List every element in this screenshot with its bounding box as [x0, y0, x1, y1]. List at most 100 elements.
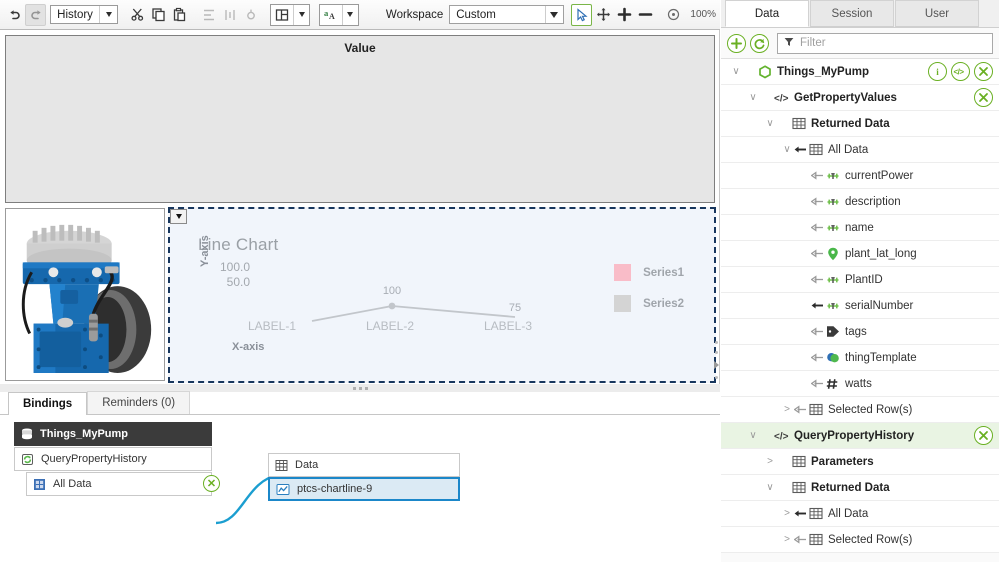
binding-target-data[interactable]: Data [268, 453, 460, 477]
chart-line-icon [276, 483, 290, 496]
zoom-reset-icon[interactable] [663, 4, 684, 26]
chevron-right-icon[interactable]: > [780, 508, 794, 519]
style-text-icon[interactable]: aA [320, 5, 342, 25]
string-t-icon [824, 222, 841, 234]
tree-row-returned-data[interactable]: ∨Returned Data [721, 111, 999, 137]
chevron-right-icon[interactable]: > [780, 534, 794, 545]
tree-row-parameters[interactable]: > Parameters [721, 449, 999, 475]
workspace-dropdown[interactable]: Custom [449, 5, 564, 24]
zoom-in-icon[interactable] [614, 4, 635, 26]
chart-legend: Series1 Series2 [614, 264, 684, 312]
grid-blue-icon [33, 478, 46, 491]
add-circle-icon[interactable] [727, 34, 746, 53]
paste-icon[interactable] [169, 4, 190, 26]
binding-target-chart-label: ptcs-chartline-9 [297, 483, 372, 495]
binding-source-service-label: QueryPropertyHistory [41, 453, 147, 465]
tree-row-label: Parameters [807, 456, 874, 468]
splitter-collapse-icon[interactable] [714, 361, 719, 369]
tree-row-selected-row-s[interactable]: >Selected Row(s) [721, 397, 999, 423]
svg-text:</>: </> [774, 431, 789, 441]
chevron-down-icon[interactable] [99, 6, 117, 23]
data-tree[interactable]: ∨Things_MyPumpi</>∨</>GetPropertyValues∨… [721, 58, 999, 562]
data-panel-toolbar: Filter [721, 28, 999, 58]
chevron-down-icon[interactable]: ∨ [763, 482, 777, 493]
layout-split-button[interactable] [270, 4, 310, 26]
code-icon[interactable]: </> [951, 62, 970, 81]
binding-target-chart[interactable]: ptcs-chartline-9 [268, 477, 460, 501]
service-refresh-icon [21, 453, 34, 466]
cursor-select-icon[interactable] [571, 4, 592, 26]
history-dropdown[interactable]: History [50, 5, 118, 24]
pan-move-icon[interactable] [592, 4, 613, 26]
legend-item-series2[interactable]: Series2 [614, 295, 684, 312]
chevron-down-icon[interactable]: ∨ [780, 144, 794, 155]
legend-swatch-series2 [614, 295, 631, 312]
chart-x-tick-3: LABEL-3 [468, 319, 548, 333]
filter-input[interactable]: Filter [777, 33, 993, 54]
tree-row-currentpower[interactable]: currentPower [721, 163, 999, 189]
chevron-down-icon[interactable]: ∨ [746, 430, 760, 441]
tree-row-watts[interactable]: watts [721, 371, 999, 397]
tree-row-plant-lat-long[interactable]: plant_lat_long [721, 241, 999, 267]
remove-binding-x-icon[interactable]: ✕ [203, 475, 220, 492]
tree-row-returned-data[interactable]: ∨Returned Data [721, 475, 999, 501]
undo-arrow-icon[interactable] [4, 4, 25, 26]
tab-reminders[interactable]: Reminders (0) [87, 391, 190, 414]
scissors-icon[interactable] [127, 4, 148, 26]
chevron-down-icon[interactable]: ∨ [746, 92, 760, 103]
tree-row-name[interactable]: name [721, 215, 999, 241]
redo-arrow-icon[interactable] [25, 4, 46, 26]
style-split-button[interactable]: aA [319, 4, 359, 26]
value-panel-widget[interactable]: Value [5, 35, 715, 203]
tree-row-selected-row-s[interactable]: >Selected Row(s) [721, 527, 999, 553]
copy-icon[interactable] [148, 4, 169, 26]
tree-row-things-mypump[interactable]: ∨Things_MyPumpi</> [721, 59, 999, 85]
chevron-down-icon[interactable]: ∨ [729, 66, 743, 77]
tree-row-thingtemplate[interactable]: thingTemplate [721, 345, 999, 371]
tab-user[interactable]: User [895, 0, 979, 27]
arrow-out-icon [794, 404, 807, 415]
pump-photo-widget[interactable] [5, 208, 165, 381]
table-icon [807, 533, 824, 546]
tree-row-all-data[interactable]: ∨ All Data [721, 137, 999, 163]
mashup-builder-window: History [0, 0, 999, 562]
tab-data[interactable]: Data [725, 0, 809, 27]
legend-item-series1[interactable]: Series1 [614, 264, 684, 281]
arrow-in-icon [794, 144, 807, 155]
tree-row-label: GetPropertyValues [790, 92, 897, 104]
tree-row-label: All Data [824, 144, 868, 156]
tree-row-plantid[interactable]: PlantID [721, 267, 999, 293]
chevron-right-icon[interactable]: > [780, 404, 794, 415]
tab-session[interactable]: Session [810, 0, 894, 27]
tree-row-all-data[interactable]: >All Data [721, 501, 999, 527]
binding-source-service[interactable]: QueryPropertyHistory [14, 447, 212, 471]
binding-source-alldata[interactable]: All Data [26, 472, 212, 496]
close-x-icon[interactable] [974, 426, 993, 445]
line-chart-widget[interactable]: Line Chart Y-axis 100.0 50.0 100 75 LABE… [168, 207, 716, 383]
table-icon [275, 459, 288, 472]
main-toolbar: History [0, 0, 720, 30]
binding-source-thing[interactable]: Things_MyPump [14, 422, 212, 446]
chart-x-tick-2: LABEL-2 [350, 319, 430, 333]
tree-row-description[interactable]: description [721, 189, 999, 215]
chevron-down-icon[interactable] [293, 5, 309, 25]
tree-row-querypropertyhistory[interactable]: ∨</>QueryPropertyHistory [721, 423, 999, 449]
close-x-icon[interactable] [974, 62, 993, 81]
chevron-down-icon[interactable] [545, 6, 563, 23]
chart-point-label-2: 75 [495, 302, 535, 314]
tab-bindings[interactable]: Bindings [8, 392, 87, 415]
chevron-down-icon[interactable] [342, 5, 358, 25]
layout-icon[interactable] [271, 5, 293, 25]
arrow-out-icon [794, 534, 807, 545]
info-icon[interactable]: i [928, 62, 947, 81]
tree-row-tags[interactable]: tags [721, 319, 999, 345]
chevron-right-icon[interactable]: > [763, 456, 777, 467]
tree-row-actions [974, 426, 993, 445]
close-x-icon[interactable] [974, 88, 993, 107]
refresh-circle-icon[interactable] [750, 34, 769, 53]
left-pane: History [0, 0, 720, 562]
tree-row-serialnumber[interactable]: serialNumber [721, 293, 999, 319]
chevron-down-icon[interactable]: ∨ [763, 118, 777, 129]
zoom-out-icon[interactable] [635, 4, 656, 26]
tree-row-getpropertyvalues[interactable]: ∨</>GetPropertyValues [721, 85, 999, 111]
